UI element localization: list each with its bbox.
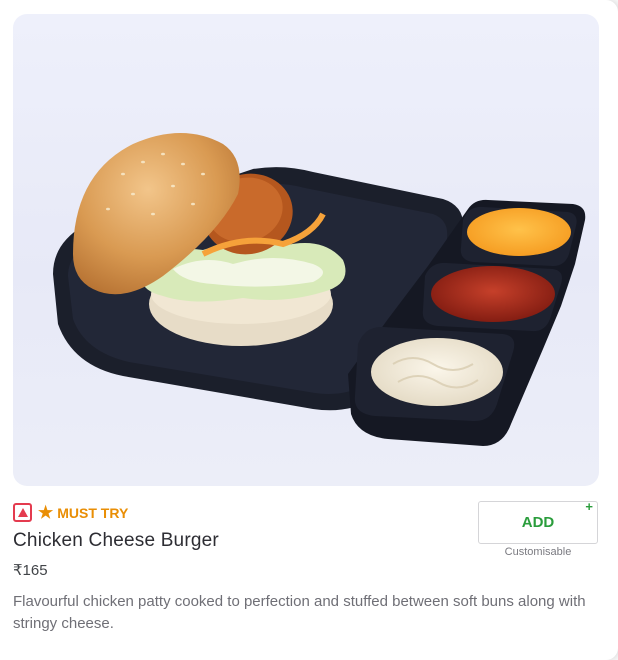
- plus-icon: +: [585, 499, 593, 514]
- customisable-label: Customisable: [504, 546, 572, 558]
- must-try-tag: ★ MUST TRY: [38, 504, 128, 521]
- burger-photo-illustration: [53, 133, 586, 446]
- star-icon: ★: [38, 503, 54, 522]
- add-button-label: ADD: [521, 514, 555, 531]
- item-badges: ★ MUST TRY: [13, 503, 128, 522]
- food-image[interactable]: [13, 14, 599, 486]
- non-veg-indicator-icon: [13, 503, 32, 522]
- item-title: Chicken Cheese Burger: [13, 530, 219, 551]
- item-price: ₹165: [13, 562, 48, 579]
- add-button[interactable]: ADD +: [478, 499, 598, 544]
- must-try-label: MUST TRY: [57, 504, 129, 521]
- item-description: Flavourful chicken patty cooked to perfe…: [13, 593, 586, 632]
- non-veg-triangle-icon: [17, 508, 28, 517]
- menu-item-card: ★ MUST TRY Chicken Cheese Burger ₹165 Fl…: [0, 0, 618, 660]
